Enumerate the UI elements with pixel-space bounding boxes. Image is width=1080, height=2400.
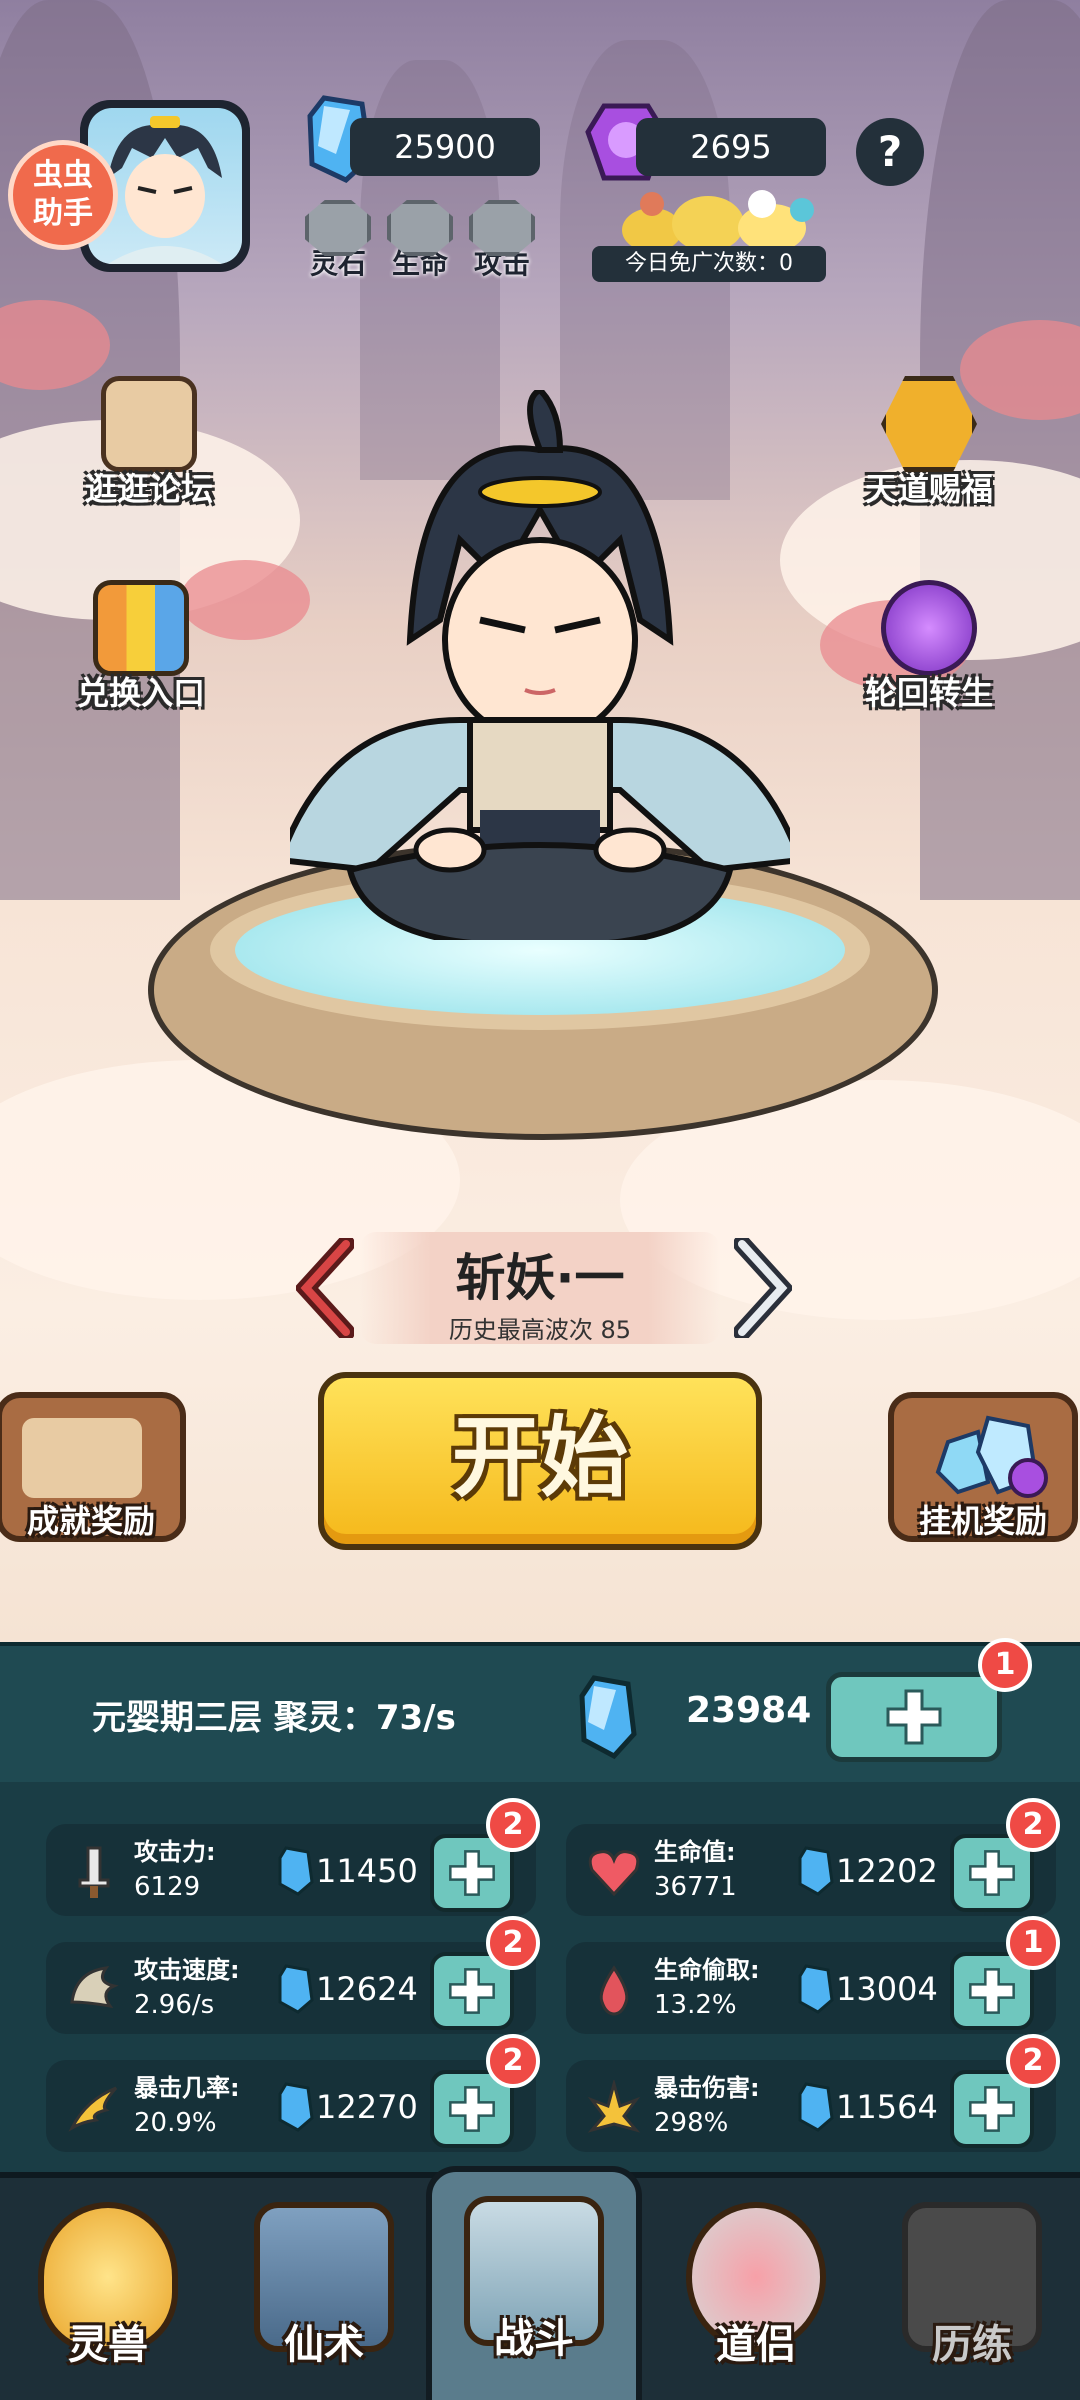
help-button[interactable]: ? xyxy=(856,118,924,186)
idle-reward-button[interactable]: 挂机奖励 xyxy=(888,1392,1078,1542)
blood-drop-icon xyxy=(599,1965,629,2016)
cultivation-bar: 元婴期三层 聚灵：73/s 23984 1 xyxy=(0,1638,1080,1782)
notification-badge: 2 xyxy=(1006,1798,1060,1852)
nav-spirit-beast[interactable]: 灵兽 xyxy=(0,2178,216,2400)
stat-health: 生命值: 36771 12202 2 xyxy=(566,1798,1060,1916)
rebirth-entry[interactable]: 轮回转生 xyxy=(854,580,1004,714)
stage-best-wave: 历史最高波次 85 xyxy=(448,1316,632,1344)
cultivate-upgrade-button[interactable] xyxy=(826,1672,1002,1762)
sword-icon xyxy=(78,1846,110,1898)
notification-badge: 1 xyxy=(1006,1916,1060,1970)
notification-badge: 1 xyxy=(978,1638,1032,1692)
purple-gem-count: 2695 xyxy=(636,118,826,176)
notification-badge: 2 xyxy=(1006,2034,1060,2088)
stat-crit-chance: 暴击几率: 20.9% 12270 2 xyxy=(46,2034,540,2152)
spirit-stone-count: 25900 xyxy=(350,118,540,176)
spirit-stone-icon xyxy=(278,1964,314,2014)
heart-icon xyxy=(588,1850,640,1897)
stat-attack-speed: 攻击速度: 2.96/s 12624 2 xyxy=(46,1916,540,2034)
stage-title: 斩妖·一 xyxy=(455,1249,625,1307)
stage-prev-arrow[interactable] xyxy=(296,1238,354,1338)
start-button[interactable]: 开始 xyxy=(318,1372,762,1550)
wing-icon xyxy=(70,1966,119,2009)
rebirth-planet-icon xyxy=(881,580,977,676)
stage-info: 斩妖·一 历史最高波次 85 xyxy=(360,1232,720,1344)
quick-stat-life[interactable]: 生命 xyxy=(382,200,458,282)
cultivation-stone-count: 23984 xyxy=(686,1690,812,1731)
stats-panel: 攻击力: 6129 11450 2 生命值: 36771 12202 2 攻击速… xyxy=(0,1782,1080,2172)
free-ad-counter: 今日免广次数：0 xyxy=(592,246,826,282)
nav-training[interactable]: 历练 xyxy=(864,2178,1080,2400)
stat-crit-damage: 暴击伤害: 298% 11564 2 xyxy=(566,2034,1060,2152)
quick-stat-stone[interactable]: 灵石 xyxy=(300,200,376,282)
notification-badge: 2 xyxy=(486,2034,540,2088)
burst-icon xyxy=(587,2080,641,2133)
nav-battle[interactable]: 战斗 xyxy=(426,2166,642,2400)
exchange-entry[interactable]: 兑换入口 xyxy=(66,580,216,714)
blessing-orbs-icon xyxy=(881,376,977,472)
stat-lifesteal: 生命偷取: 13.2% 13004 1 xyxy=(566,1916,1060,2034)
spirit-stone-icon xyxy=(278,1846,314,1896)
stage-next-arrow[interactable] xyxy=(734,1238,792,1338)
blessing-entry[interactable]: 天道赐福 xyxy=(854,376,1004,510)
free-ad-mascots-icon[interactable] xyxy=(612,190,832,254)
helper-badge[interactable]: 虫虫 助手 xyxy=(8,140,118,250)
notification-badge: 2 xyxy=(486,1798,540,1852)
nav-spells[interactable]: 仙术 xyxy=(216,2178,432,2400)
bottom-nav: 灵兽 仙术 战斗 道侣 历练 xyxy=(0,2166,1080,2400)
spirit-stone-icon xyxy=(798,1846,834,1896)
meditating-hero xyxy=(290,390,790,940)
nav-companion[interactable]: 道侣 xyxy=(648,2178,864,2400)
forum-map-icon xyxy=(101,376,197,472)
achievement-reward-button[interactable]: 成就奖励 xyxy=(0,1392,186,1542)
claw-icon xyxy=(68,2086,118,2132)
quick-stat-attack[interactable]: 攻击 xyxy=(464,200,540,282)
cultivation-level-label: 元婴期三层 聚灵：73/s xyxy=(92,1698,456,1738)
spirit-stone-icon xyxy=(798,2082,834,2132)
spirit-stone-icon xyxy=(579,1675,637,1760)
spirit-stone-icon xyxy=(798,1964,834,2014)
notification-badge: 2 xyxy=(486,1916,540,1970)
spirit-stone-icon xyxy=(278,2082,314,2132)
exchange-tickets-icon xyxy=(93,580,189,676)
stat-attack: 攻击力: 6129 11450 2 xyxy=(46,1798,540,1916)
forum-entry[interactable]: 逛逛论坛 xyxy=(74,376,224,510)
